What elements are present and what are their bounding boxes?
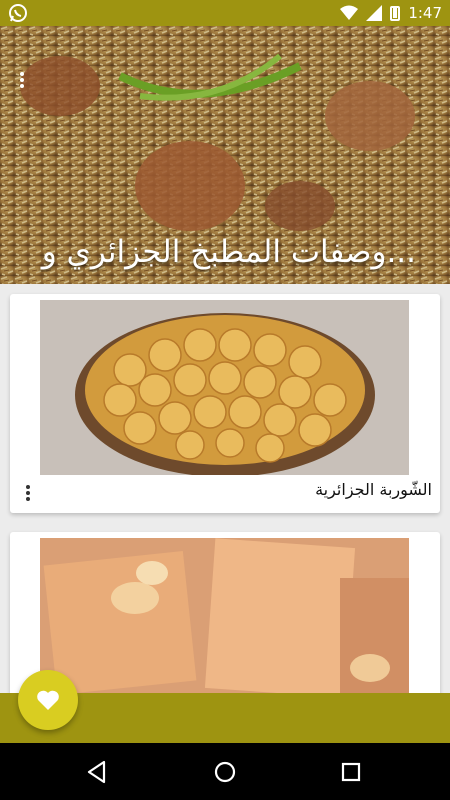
semolina-cake-photo: [40, 538, 409, 702]
overflow-menu-icon: [26, 485, 30, 489]
recipe-card[interactable]: الشّوربة الجزائرية: [10, 294, 440, 513]
overflow-dot: [26, 491, 30, 495]
recents-icon[interactable]: [338, 759, 364, 785]
overflow-dot: [20, 78, 24, 82]
overflow-dot: [20, 84, 24, 88]
page-title: وصفات المطبخ الجزائري و...: [41, 234, 416, 270]
hero-header: وصفات المطبخ الجزائري و...: [0, 26, 450, 284]
recipe-title: الشّوربة الجزائرية: [315, 480, 432, 499]
status-time: 1:47: [408, 4, 442, 22]
wifi-icon: [340, 5, 359, 20]
baked-dough-dish-photo: [40, 300, 409, 475]
overflow-dot: [26, 497, 30, 501]
recipe-card[interactable]: [10, 532, 440, 702]
overflow-menu-icon: [20, 72, 24, 76]
status-bar: 1:47: [0, 0, 450, 26]
favorite-fab[interactable]: [18, 670, 78, 730]
header-menu-button[interactable]: [17, 70, 27, 94]
battery-icon: [390, 5, 401, 21]
heart-icon: [37, 690, 59, 710]
system-nav-bar: [0, 743, 450, 800]
back-icon[interactable]: [84, 759, 110, 785]
signal-icon: [366, 5, 383, 21]
whatsapp-icon: [9, 4, 27, 22]
card-menu-button[interactable]: [24, 484, 32, 504]
home-icon[interactable]: [212, 759, 238, 785]
